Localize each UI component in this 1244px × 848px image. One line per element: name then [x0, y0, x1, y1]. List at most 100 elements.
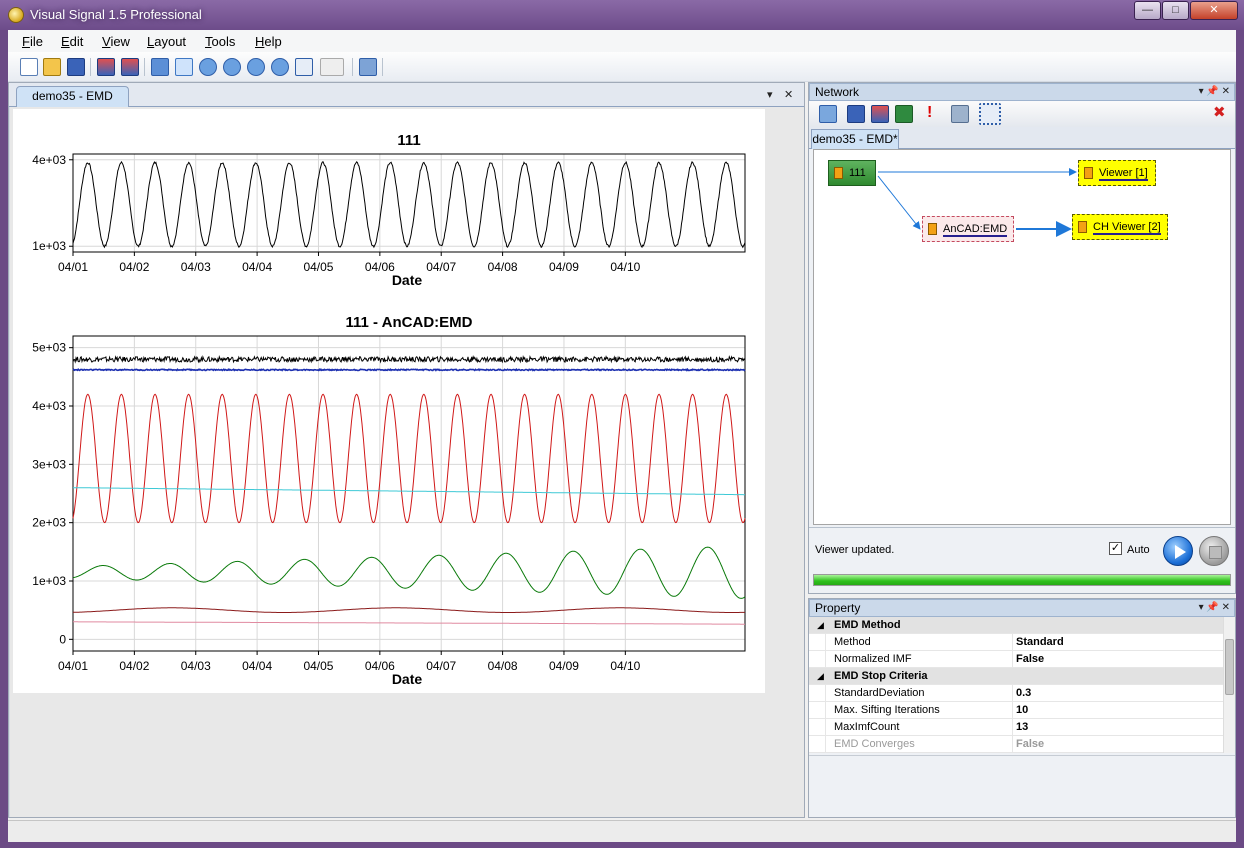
property-panel-controls[interactable]: ▾ 📌 ✕: [1199, 600, 1230, 616]
zoom-in-icon[interactable]: [199, 58, 217, 76]
tab-network-demo35[interactable]: demo35 - EMD*: [811, 129, 899, 149]
main-toolbar: [8, 52, 1236, 82]
menu-bar: File Edit View Layout Tools Help: [8, 30, 1236, 52]
menu-layout[interactable]: Layout: [147, 34, 186, 49]
export-icon[interactable]: [951, 105, 969, 123]
view-chart-icon[interactable]: [97, 58, 115, 76]
network-canvas[interactable]: 111 Viewer [1] AnCAD:EMD CH Viewer [2]: [813, 149, 1231, 525]
copy-node-icon[interactable]: [847, 105, 865, 123]
status-bar: [8, 820, 1236, 842]
tools-wrench-icon[interactable]: [359, 58, 377, 76]
run-button[interactable]: [1163, 536, 1193, 566]
menu-tools[interactable]: Tools: [205, 34, 235, 49]
x-axis-label: Date: [392, 671, 423, 687]
chart-title: 111 - AnCAD:EMD: [346, 314, 473, 331]
x-tick-label: 04/04: [242, 260, 272, 274]
y-tick-label: 1e+03: [32, 239, 66, 253]
view-chart-export-icon[interactable]: [121, 58, 139, 76]
zoom-out-icon[interactable]: [223, 58, 241, 76]
close-button[interactable]: ✕: [1190, 1, 1238, 20]
zoom-y-icon[interactable]: [271, 58, 289, 76]
node-source-111[interactable]: 111: [828, 160, 876, 186]
x-tick-label: 04/08: [488, 260, 518, 274]
property-row-max-imf-count[interactable]: MaxImfCount 13: [809, 719, 1223, 736]
zoom-select-icon[interactable]: [175, 58, 193, 76]
series-line-2: [72, 393, 746, 524]
menu-file[interactable]: File: [22, 34, 43, 49]
alert-icon[interactable]: !: [927, 105, 935, 123]
axis-value-dropdown-icon[interactable]: [320, 58, 344, 76]
y-tick-label: 4e+03: [32, 153, 66, 167]
x-tick-label: 04/06: [365, 659, 395, 673]
node-icon: [1084, 167, 1093, 179]
document-area: demo35 - EMD ▾ ✕ 111 04/01 04/02 04/03 04/04…: [8, 82, 805, 818]
minimize-button[interactable]: —: [1134, 1, 1161, 20]
close-document-icon[interactable]: ✕: [784, 88, 793, 101]
network-tabstrip: demo35 - EMD*: [809, 127, 1235, 149]
series-line-6: [73, 621, 745, 625]
tab-list-dropdown-icon[interactable]: ▾: [767, 88, 773, 101]
y-tick-label: 2e+03: [32, 516, 66, 530]
auto-label: Auto: [1127, 544, 1150, 556]
x-tick-label: 04/09: [549, 659, 579, 673]
auto-checkbox[interactable]: ✓: [1109, 542, 1122, 555]
plot-frame: [72, 153, 746, 253]
chart-node-icon[interactable]: [871, 105, 889, 123]
x-tick-label: 04/03: [181, 659, 211, 673]
property-row-standard-deviation[interactable]: StandardDeviation 0.3: [809, 685, 1223, 702]
node-ch-viewer-2[interactable]: CH Viewer [2]: [1072, 214, 1168, 240]
node-ancad-emd[interactable]: AnCAD:EMD: [922, 216, 1014, 242]
series-line-1: [72, 367, 746, 372]
x-tick-label: 04/05: [303, 260, 333, 274]
property-row-method[interactable]: Method Standard: [809, 634, 1223, 651]
series-line-0: [72, 160, 746, 249]
property-category-emd-stop-criteria[interactable]: ◢ EMD Stop Criteria: [809, 668, 1223, 685]
open-folder-icon[interactable]: [43, 58, 61, 76]
window-title: Visual Signal 1.5 Professional: [30, 7, 202, 22]
select-area-icon[interactable]: [979, 103, 1001, 125]
network-panel-header: Network ▾ 📌 ✕: [809, 83, 1235, 101]
x-tick-label: 04/03: [181, 260, 211, 274]
property-category-emd-method[interactable]: ◢ EMD Method: [809, 617, 1223, 634]
chart-title: 111: [397, 132, 420, 149]
charts-svg[interactable]: 11104/01 04/02 04/03 04/04 04/05 04/06 04/07 04…: [13, 109, 765, 693]
x-tick-label: 04/09: [549, 260, 579, 274]
client-area: File Edit View Layout Tools Help demo35 …: [8, 30, 1236, 842]
home-icon[interactable]: [151, 58, 169, 76]
scrollbar-thumb[interactable]: [1225, 639, 1234, 695]
series-line-5: [73, 607, 746, 613]
plot-canvas: 111 04/01 04/02 04/03 04/04 04/05 04/06 04/07 04…: [13, 109, 765, 693]
network-links: [877, 168, 1077, 237]
new-file-icon[interactable]: [20, 58, 38, 76]
stop-button[interactable]: [1199, 536, 1229, 566]
property-row-max-sifting-iterations[interactable]: Max. Sifting Iterations 10: [809, 702, 1223, 719]
tab-demo35-emd[interactable]: demo35 - EMD: [16, 86, 129, 107]
axis-value-icon[interactable]: [295, 58, 313, 76]
node-viewer-1[interactable]: Viewer [1]: [1078, 160, 1156, 186]
progress-bar: [813, 574, 1231, 586]
property-panel-header: Property ▾ 📌 ✕: [809, 599, 1235, 617]
excel-icon[interactable]: [895, 105, 913, 123]
save-icon[interactable]: [67, 58, 85, 76]
delete-node-icon[interactable]: ✖: [1213, 104, 1231, 122]
network-panel-title: Network: [815, 85, 860, 99]
node-icon: [834, 167, 843, 179]
property-panel: Property ▾ 📌 ✕ ◢ EMD Method Method Standar…: [808, 598, 1236, 818]
property-scrollbar[interactable]: [1223, 617, 1235, 753]
network-panel-controls[interactable]: ▾ 📌 ✕: [1199, 84, 1230, 100]
menu-edit[interactable]: Edit: [61, 34, 83, 49]
property-row-normalized-imf[interactable]: Normalized IMF False: [809, 651, 1223, 668]
menu-help[interactable]: Help: [255, 34, 282, 49]
document-tabstrip: demo35 - EMD ▾ ✕: [9, 83, 804, 107]
property-row-emd-converges[interactable]: EMD Converges False: [809, 736, 1223, 753]
menu-view[interactable]: View: [102, 34, 130, 49]
x-tick-label: 04/08: [488, 659, 518, 673]
network-panel: Network ▾ 📌 ✕ ! ✖ demo35 - EMD* 111 View…: [808, 82, 1236, 594]
x-axis-label: Date: [392, 272, 423, 288]
app-icon: [8, 7, 24, 23]
maximize-button[interactable]: □: [1162, 1, 1189, 20]
zoom-fit-icon[interactable]: [247, 58, 265, 76]
progress-fill: [814, 575, 1230, 585]
network-toolbar: ! ✖: [809, 101, 1235, 127]
add-node-icon[interactable]: [819, 105, 837, 123]
